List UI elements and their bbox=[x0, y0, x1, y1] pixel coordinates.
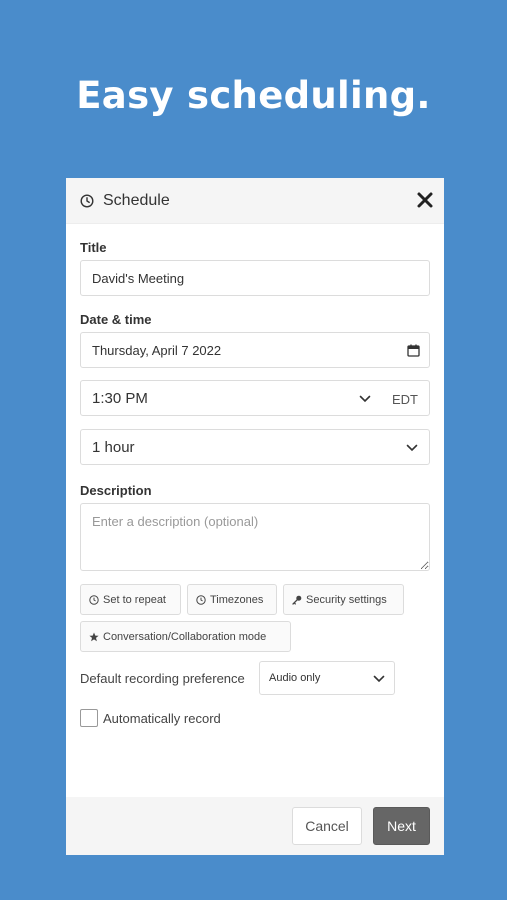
recording-preference-label: Default recording preference bbox=[80, 671, 245, 686]
clock-icon bbox=[80, 194, 94, 208]
close-icon[interactable] bbox=[416, 191, 434, 209]
timezones-label: Timezones bbox=[210, 593, 264, 606]
description-label: Description bbox=[80, 483, 152, 498]
title-input[interactable]: David's Meeting bbox=[80, 260, 430, 296]
chevron-down-icon bbox=[406, 444, 418, 452]
clock-icon bbox=[196, 594, 206, 605]
chevron-down-icon bbox=[359, 395, 371, 403]
timezone-label: EDT bbox=[392, 392, 418, 407]
duration-value: 1 hour bbox=[92, 439, 135, 456]
dialog-title: Schedule bbox=[103, 192, 170, 209]
description-input[interactable] bbox=[80, 503, 430, 571]
dialog-header: Schedule bbox=[66, 178, 444, 224]
key-icon bbox=[292, 595, 302, 605]
next-button[interactable]: Next bbox=[373, 807, 430, 845]
chevron-down-icon bbox=[373, 675, 385, 683]
timezones-button[interactable]: Timezones bbox=[187, 584, 277, 615]
recording-preference-select[interactable]: Audio only bbox=[259, 661, 395, 695]
headline: Easy scheduling. bbox=[76, 74, 431, 117]
schedule-dialog: Schedule Title David's Meeting Date & ti… bbox=[66, 178, 444, 855]
time-value: 1:30 PM bbox=[92, 390, 148, 407]
title-label: Title bbox=[80, 240, 107, 255]
set-to-repeat-button[interactable]: Set to repeat bbox=[80, 584, 181, 615]
auto-record-label[interactable]: Automatically record bbox=[103, 711, 221, 726]
recording-preference-value: Audio only bbox=[269, 672, 321, 684]
auto-record-checkbox[interactable] bbox=[80, 709, 98, 727]
datetime-label: Date & time bbox=[80, 312, 152, 327]
collaboration-mode-button[interactable]: Conversation/Collaboration mode bbox=[80, 621, 291, 652]
security-settings-label: Security settings bbox=[306, 593, 387, 606]
duration-select[interactable]: 1 hour bbox=[80, 429, 430, 465]
dialog-footer: Cancel Next bbox=[66, 797, 444, 855]
collaboration-mode-label: Conversation/Collaboration mode bbox=[103, 630, 267, 643]
clock-icon bbox=[89, 594, 99, 605]
set-to-repeat-label: Set to repeat bbox=[103, 593, 166, 606]
title-input-value: David's Meeting bbox=[92, 271, 185, 286]
calendar-icon[interactable] bbox=[407, 344, 420, 357]
star-icon bbox=[89, 632, 99, 641]
security-settings-button[interactable]: Security settings bbox=[283, 584, 404, 615]
cancel-button[interactable]: Cancel bbox=[292, 807, 362, 845]
date-value: Thursday, April 7 2022 bbox=[92, 343, 222, 358]
date-input[interactable]: Thursday, April 7 2022 bbox=[80, 332, 430, 368]
time-select[interactable]: 1:30 PM EDT bbox=[80, 380, 430, 416]
